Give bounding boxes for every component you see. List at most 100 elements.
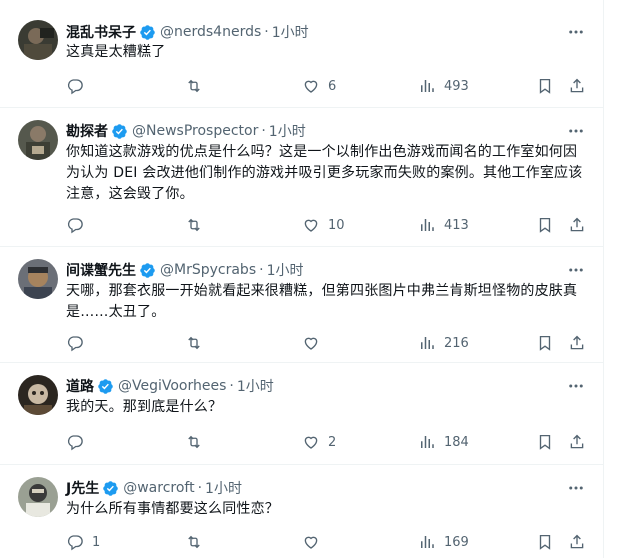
bookmark-icon: [539, 534, 551, 550]
retweet-icon: [188, 79, 200, 93]
like-button[interactable]: 6: [302, 76, 336, 96]
timestamp[interactable]: 1小时: [237, 376, 274, 396]
display-name[interactable]: 道路: [66, 376, 94, 396]
views-button[interactable]: 216: [418, 333, 469, 353]
like-count: 2: [328, 434, 337, 450]
verified-badge-icon: [98, 378, 113, 394]
share-button[interactable]: [568, 532, 586, 552]
views-button[interactable]: 413: [418, 215, 469, 235]
handle[interactable]: @warcroft: [123, 480, 194, 496]
verified-badge-icon: [140, 262, 155, 278]
display-name[interactable]: 混乱书呆子: [66, 22, 136, 42]
avatar[interactable]: [18, 375, 58, 415]
separator-dot: ·: [197, 480, 203, 496]
display-name[interactable]: 间谍蟹先生: [66, 260, 136, 280]
tweet[interactable]: 混乱书呆子 @nerds4nerds · 1小时 这真是太糟糕了 6 493: [0, 0, 603, 108]
heart-icon: [304, 80, 318, 93]
tweet-text: 你知道这款游戏的优点是什么吗？这是一个以制作出色游戏而闻名的工作室如何因为认为 …: [66, 144, 583, 202]
verified-badge-icon: [103, 480, 118, 496]
bookmark-button[interactable]: [536, 76, 554, 96]
views-button[interactable]: 169: [418, 532, 469, 552]
share-button[interactable]: [568, 215, 586, 235]
bookmark-button[interactable]: [536, 532, 554, 552]
more-options-icon[interactable]: [567, 479, 585, 497]
tweet[interactable]: 勘探者 @NewsProspector · 1小时 你知道这款游戏的优点是什么吗…: [0, 108, 603, 247]
like-count: 6: [328, 78, 337, 94]
handle[interactable]: @MrSpycrabs: [160, 262, 256, 278]
separator-dot: ·: [261, 123, 266, 139]
tweet[interactable]: J先生 @warcroft · 1小时 为什么所有事情都要这么同性恋？ 1 16…: [0, 465, 603, 558]
display-name[interactable]: J先生: [66, 478, 99, 498]
reply-icon: [67, 535, 83, 551]
avatar[interactable]: [18, 259, 58, 299]
more-options-icon[interactable]: [567, 377, 585, 395]
separator-dot: ·: [259, 262, 264, 278]
view-count: 413: [444, 217, 469, 233]
reply-button[interactable]: [66, 333, 92, 353]
action-bar: 2 184: [66, 432, 586, 452]
like-button[interactable]: [302, 532, 328, 552]
heart-icon: [304, 536, 318, 549]
share-button[interactable]: [568, 76, 586, 96]
bookmark-icon: [539, 78, 551, 94]
views-button[interactable]: 493: [418, 76, 469, 96]
tweet-header: 道路 @VegiVoorhees · 1小时: [66, 376, 274, 396]
bookmark-button[interactable]: [536, 432, 554, 452]
display-name[interactable]: 勘探者: [66, 121, 108, 141]
more-options-icon[interactable]: [567, 261, 585, 279]
share-icon: [570, 434, 584, 449]
separator-dot: ·: [229, 378, 234, 394]
views-button[interactable]: 184: [418, 432, 469, 452]
handle[interactable]: @VegiVoorhees: [118, 378, 226, 394]
view-count: 216: [444, 335, 469, 351]
reply-button[interactable]: [66, 432, 92, 452]
share-button[interactable]: [568, 432, 586, 452]
timestamp[interactable]: 1小时: [205, 478, 242, 498]
like-button[interactable]: 2: [302, 432, 336, 452]
retweet-button[interactable]: [185, 215, 211, 235]
tweet-header: J先生 @warcroft · 1小时: [66, 478, 242, 498]
reply-icon: [67, 218, 83, 234]
reply-button[interactable]: [66, 215, 92, 235]
action-bar: 1 169: [66, 532, 586, 552]
like-button[interactable]: [302, 333, 328, 353]
reply-button[interactable]: [66, 76, 92, 96]
share-icon: [570, 534, 584, 549]
action-bar: 10 413: [66, 215, 586, 235]
share-icon: [570, 217, 584, 232]
retweet-button[interactable]: [185, 432, 211, 452]
timestamp[interactable]: 1小时: [267, 260, 304, 280]
share-button[interactable]: [568, 333, 586, 353]
bookmark-button[interactable]: [536, 333, 554, 353]
retweet-button[interactable]: [185, 76, 211, 96]
handle[interactable]: @nerds4nerds: [160, 24, 261, 40]
views-icon: [421, 436, 434, 448]
avatar[interactable]: [18, 20, 58, 60]
tweet-text: 这真是太糟糕了: [66, 44, 166, 60]
timestamp[interactable]: 1小时: [269, 121, 306, 141]
handle[interactable]: @NewsProspector: [132, 123, 258, 139]
tweet[interactable]: 道路 @VegiVoorhees · 1小时 我的天。那到底是什么？ 2 184: [0, 363, 603, 465]
like-button[interactable]: 10: [302, 215, 345, 235]
reply-icon: [67, 336, 83, 352]
tweet-feed: 混乱书呆子 @nerds4nerds · 1小时 这真是太糟糕了 6 493 勘…: [0, 0, 604, 558]
bookmark-icon: [539, 217, 551, 233]
reply-button[interactable]: 1: [66, 532, 100, 552]
tweet-header: 勘探者 @NewsProspector · 1小时: [66, 121, 306, 141]
views-icon: [421, 80, 434, 92]
retweet-button[interactable]: [185, 333, 211, 353]
retweet-icon: [188, 535, 200, 549]
avatar[interactable]: [18, 120, 58, 160]
reply-icon: [67, 435, 83, 451]
heart-icon: [304, 219, 318, 232]
bookmark-button[interactable]: [536, 215, 554, 235]
heart-icon: [304, 337, 318, 350]
tweet[interactable]: 间谍蟹先生 @MrSpycrabs · 1小时 天哪，那套衣服一开始就看起来很糟…: [0, 247, 603, 363]
more-options-icon[interactable]: [567, 23, 585, 41]
verified-badge-icon: [140, 24, 155, 40]
action-bar: 216: [66, 333, 586, 353]
timestamp[interactable]: 1小时: [272, 22, 309, 42]
more-options-icon[interactable]: [567, 122, 585, 140]
avatar[interactable]: [18, 477, 58, 517]
retweet-button[interactable]: [185, 532, 211, 552]
